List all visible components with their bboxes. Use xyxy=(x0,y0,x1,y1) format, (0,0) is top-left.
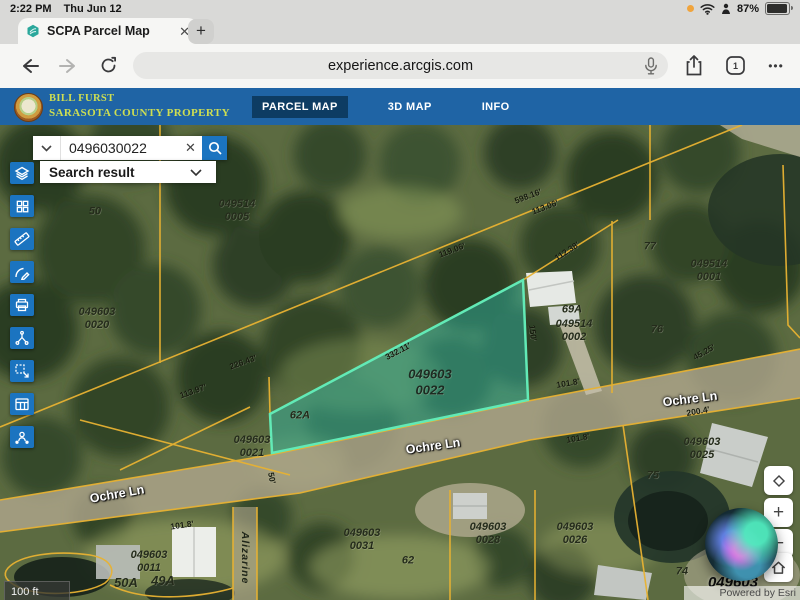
search-source-dropdown[interactable] xyxy=(33,136,61,160)
parcel-label: 0496030025 xyxy=(684,436,721,462)
dimension-label: 50' xyxy=(266,471,278,484)
date: Thu Jun 12 xyxy=(64,3,122,15)
share-icon[interactable] xyxy=(681,44,707,87)
dimension-label: 150' xyxy=(527,324,539,341)
browser-tab[interactable]: SCPA Parcel Map ✕ xyxy=(18,18,198,44)
tab-bar: 2:22 PM Thu Jun 12 87% SCPA Parcel Map ✕… xyxy=(0,0,800,44)
search-clear-icon[interactable]: ✕ xyxy=(179,136,202,160)
near-me-button[interactable] xyxy=(10,426,34,448)
default-extent-button[interactable] xyxy=(764,466,793,495)
aerial-imagery xyxy=(0,125,800,600)
parcel-search: 0496030022 ✕ xyxy=(33,136,227,160)
ipad-screen: 2:22 PM Thu Jun 12 87% SCPA Parcel Map ✕… xyxy=(0,0,800,600)
basemap-grid-button[interactable] xyxy=(10,195,34,217)
back-button[interactable] xyxy=(16,44,42,87)
parcel-label-highlighted: 0496030022 xyxy=(408,366,451,397)
reload-button[interactable] xyxy=(94,44,122,87)
print-button[interactable] xyxy=(10,294,34,316)
address-bar[interactable]: experience.arcgis.com xyxy=(133,52,668,79)
scale-bar: 100 ft xyxy=(4,581,70,600)
tab-info[interactable]: INFO xyxy=(472,96,520,118)
parcel-label: 0496030020 xyxy=(79,306,116,332)
lot-number: 76 xyxy=(651,323,663,336)
parcel-label: 0495140002 xyxy=(556,318,593,344)
battery-percent: 87% xyxy=(737,3,759,15)
search-button[interactable] xyxy=(202,136,227,160)
layers-button[interactable] xyxy=(10,162,34,184)
measure-button[interactable] xyxy=(10,228,34,250)
search-icon xyxy=(208,141,222,155)
parcel-label: 0495140005 xyxy=(219,198,256,224)
lot-number: 75 xyxy=(647,469,659,482)
status-bar: 2:22 PM Thu Jun 12 87% xyxy=(0,0,800,17)
lot-number: 50 xyxy=(89,205,101,218)
wifi-icon xyxy=(700,3,715,15)
lot-number: 62A xyxy=(290,409,310,422)
parcel-label: 0495140001 xyxy=(691,258,728,284)
lot-number: 62 xyxy=(402,554,414,567)
search-input[interactable]: 0496030022 xyxy=(61,136,179,160)
scpa-header: BILL FURST SARASOTA COUNTY PROPERTY PARC… xyxy=(0,88,800,125)
battery-icon xyxy=(765,2,790,15)
parcel-label: 0496030026 xyxy=(557,521,594,547)
select-transform-button[interactable] xyxy=(10,360,34,382)
new-tab-button[interactable]: + xyxy=(188,19,214,44)
siri-orb xyxy=(705,508,778,581)
clock: 2:22 PM xyxy=(10,3,52,15)
search-result-dropdown[interactable]: Search result xyxy=(40,161,216,183)
widget-toolbar xyxy=(10,162,34,448)
tabs-button[interactable]: 1 xyxy=(722,44,748,87)
parcel-label: 0496030011 xyxy=(131,549,168,575)
map-attribution: Powered by Esri xyxy=(684,586,800,600)
mic-in-use-indicator xyxy=(687,5,694,12)
map-canvas[interactable]: 0495140005 0495140001 0496030020 0495140… xyxy=(0,125,800,600)
org-line2: SARASOTA COUNTY PROPERTY xyxy=(49,106,230,121)
parcel-label: 0496030021 xyxy=(234,434,271,460)
county-seal-logo xyxy=(14,93,43,122)
org-line1: BILL FURST xyxy=(49,92,230,106)
location-icon xyxy=(721,3,731,15)
lot-number: 50A xyxy=(114,575,138,591)
url-text: experience.arcgis.com xyxy=(328,58,473,74)
svg-text:1: 1 xyxy=(732,61,737,71)
road-label-alizarine: Alizarine xyxy=(239,532,251,585)
lot-number: 49A xyxy=(151,573,175,589)
tab-3d-map[interactable]: 3D MAP xyxy=(378,96,442,118)
chevron-down-icon xyxy=(181,165,216,180)
sketch-button[interactable] xyxy=(10,261,34,283)
lot-number: 77 xyxy=(644,240,656,253)
org-title: BILL FURST SARASOTA COUNTY PROPERTY xyxy=(49,92,230,121)
parcel-label: 0496030031 xyxy=(344,527,381,553)
tab-title: SCPA Parcel Map xyxy=(47,24,172,38)
tab-parcel-map[interactable]: PARCEL MAP xyxy=(252,96,348,118)
mic-icon[interactable] xyxy=(644,57,658,80)
parcel-label: 0496030028 xyxy=(470,521,507,547)
table-button[interactable] xyxy=(10,393,34,415)
header-nav: PARCEL MAP 3D MAP INFO xyxy=(252,88,520,125)
site-favicon xyxy=(26,24,40,38)
lot-number: 69A xyxy=(562,303,582,316)
network-trace-button[interactable] xyxy=(10,327,34,349)
forward-button[interactable] xyxy=(56,44,82,87)
lot-number: 74 xyxy=(676,565,688,578)
more-button[interactable]: ••• xyxy=(762,44,790,87)
browser-toolbar: experience.arcgis.com 1 ••• xyxy=(0,44,800,89)
search-result-label: Search result xyxy=(40,165,181,180)
